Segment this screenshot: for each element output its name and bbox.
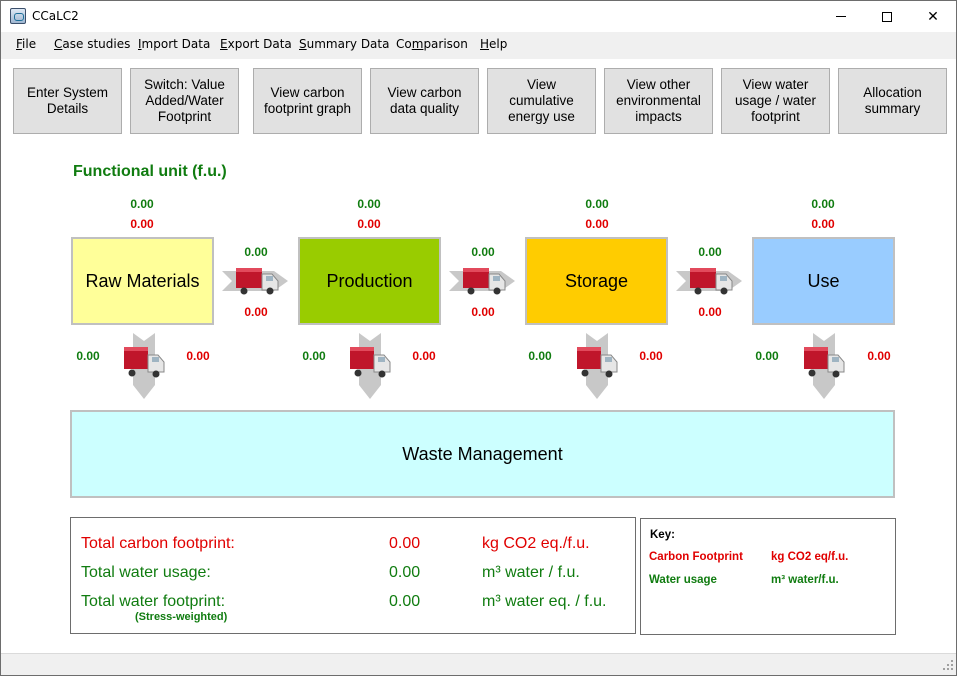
menu-import-data[interactable]: Import Data bbox=[138, 37, 210, 51]
menu-bar: File Case studies Import Data Export Dat… bbox=[1, 32, 956, 59]
maximize-icon bbox=[882, 11, 892, 22]
total-carbon-label: Total carbon footprint: bbox=[81, 535, 235, 552]
truck-arrow-down-icon bbox=[577, 333, 618, 399]
waste-management-stage[interactable]: Waste Management bbox=[70, 410, 895, 498]
app-window: CCaLC2 ✕ File Case studies Import Data E… bbox=[0, 0, 957, 676]
functional-unit-label: Functional unit (f.u.) bbox=[73, 163, 227, 180]
stage-water-value: 0.00 bbox=[585, 197, 609, 211]
key-carbon-label: Carbon Footprint bbox=[649, 551, 743, 563]
stage-carbon-value: 0.00 bbox=[585, 217, 609, 231]
key-panel: Key: Carbon Footprint kg CO2 eq/f.u. Wat… bbox=[640, 518, 896, 635]
stage-storage[interactable]: Storage bbox=[525, 237, 668, 325]
stage-water-value: 0.00 bbox=[130, 197, 154, 211]
waste-management-label: Waste Management bbox=[402, 443, 563, 464]
stage-water-value: 0.00 bbox=[811, 197, 835, 211]
maximize-button[interactable] bbox=[864, 1, 910, 32]
truck-arrow-icon bbox=[222, 268, 288, 295]
stress-weighted-note: (Stress-weighted) bbox=[135, 611, 228, 623]
status-bar bbox=[1, 653, 956, 675]
window-title: CCaLC2 bbox=[32, 9, 79, 23]
close-button[interactable]: ✕ bbox=[910, 1, 956, 32]
truck-arrow-down-icon bbox=[350, 333, 391, 399]
waste-transport-carbon-value: 0.00 bbox=[186, 349, 210, 363]
switch-value-added-water-footprint-button[interactable]: Switch: Value Added/Water Footprint bbox=[130, 68, 239, 134]
stage-use[interactable]: Use bbox=[752, 237, 895, 325]
stage-carbon-value: 0.00 bbox=[811, 217, 835, 231]
truck-arrow-down-icon bbox=[804, 333, 845, 399]
transport-water-value: 0.00 bbox=[244, 245, 268, 259]
menu-export-data[interactable]: Export Data bbox=[220, 37, 292, 51]
minimize-button[interactable] bbox=[818, 1, 864, 32]
view-water-usage-footprint-button[interactable]: View water usage / water footprint bbox=[721, 68, 830, 134]
stage-water-value: 0.00 bbox=[357, 197, 381, 211]
key-carbon-unit: kg CO2 eq/f.u. bbox=[771, 551, 849, 563]
stage-label: Storage bbox=[564, 270, 629, 291]
main-panel: Enter System Details Switch: Value Added… bbox=[1, 59, 956, 653]
key-title: Key: bbox=[650, 529, 675, 541]
transport-carbon-value: 0.00 bbox=[244, 305, 268, 319]
stage-label: Production bbox=[326, 270, 413, 291]
transport-truck-icon[interactable] bbox=[449, 265, 517, 297]
total-water-usage-unit: m³ water / f.u. bbox=[482, 564, 580, 581]
menu-file[interactable]: File bbox=[16, 37, 36, 51]
transport-truck-icon[interactable] bbox=[222, 265, 290, 297]
view-cumulative-energy-use-button[interactable]: View cumulative energy use bbox=[487, 68, 596, 134]
stage-label: Raw Materials bbox=[85, 270, 200, 291]
waste-transport-truck-icon[interactable] bbox=[346, 333, 394, 401]
view-carbon-footprint-graph-button[interactable]: View carbon footprint graph bbox=[253, 68, 362, 134]
app-icon bbox=[10, 8, 26, 24]
view-other-environmental-impacts-button[interactable]: View other environmental impacts bbox=[604, 68, 713, 134]
close-icon: ✕ bbox=[927, 8, 939, 25]
waste-transport-water-value: 0.00 bbox=[528, 349, 552, 363]
stage-label: Use bbox=[807, 270, 840, 291]
stage-carbon-value: 0.00 bbox=[130, 217, 154, 231]
title-bar: CCaLC2 ✕ bbox=[1, 1, 956, 32]
allocation-summary-button[interactable]: Allocation summary bbox=[838, 68, 947, 134]
view-carbon-data-quality-button[interactable]: View carbon data quality bbox=[370, 68, 479, 134]
menu-comparison[interactable]: Comparison bbox=[396, 37, 468, 51]
truck-arrow-down-icon bbox=[124, 333, 165, 399]
menu-help[interactable]: Help bbox=[480, 37, 507, 51]
stage-production[interactable]: Production bbox=[298, 237, 441, 325]
transport-water-value: 0.00 bbox=[471, 245, 495, 259]
transport-truck-icon[interactable] bbox=[676, 265, 744, 297]
waste-transport-carbon-value: 0.00 bbox=[639, 349, 663, 363]
total-water-usage-label: Total water usage: bbox=[81, 564, 211, 581]
waste-transport-water-value: 0.00 bbox=[755, 349, 779, 363]
menu-case-studies[interactable]: Case studies bbox=[54, 37, 130, 51]
total-carbon-value: 0.00 bbox=[389, 535, 421, 552]
waste-transport-water-value: 0.00 bbox=[302, 349, 326, 363]
enter-system-details-button[interactable]: Enter System Details bbox=[13, 68, 122, 134]
transport-water-value: 0.00 bbox=[698, 245, 722, 259]
waste-transport-truck-icon[interactable] bbox=[120, 333, 168, 401]
menu-summary-data[interactable]: Summary Data bbox=[299, 37, 389, 51]
key-water-label: Water usage bbox=[649, 574, 717, 586]
stage-carbon-value: 0.00 bbox=[357, 217, 381, 231]
waste-transport-truck-icon[interactable] bbox=[800, 333, 848, 401]
total-water-footprint-label: Total water footprint: bbox=[81, 593, 226, 610]
waste-transport-water-value: 0.00 bbox=[76, 349, 100, 363]
total-carbon-unit: kg CO2 eq./f.u. bbox=[482, 535, 590, 552]
waste-transport-carbon-value: 0.00 bbox=[412, 349, 436, 363]
minimize-icon bbox=[836, 16, 846, 17]
resize-grip-icon[interactable] bbox=[941, 660, 953, 672]
total-water-footprint-value: 0.00 bbox=[389, 593, 421, 610]
waste-transport-carbon-value: 0.00 bbox=[867, 349, 891, 363]
total-water-usage-value: 0.00 bbox=[389, 564, 421, 581]
truck-arrow-icon bbox=[676, 268, 742, 295]
transport-carbon-value: 0.00 bbox=[698, 305, 722, 319]
truck-arrow-icon bbox=[449, 268, 515, 295]
stage-raw-materials[interactable]: Raw Materials bbox=[71, 237, 214, 325]
totals-panel: Total carbon footprint: 0.00 kg CO2 eq./… bbox=[70, 517, 636, 634]
key-water-unit: m³ water/f.u. bbox=[771, 574, 839, 586]
transport-carbon-value: 0.00 bbox=[471, 305, 495, 319]
total-water-footprint-unit: m³ water eq. / f.u. bbox=[482, 593, 607, 610]
waste-transport-truck-icon[interactable] bbox=[573, 333, 621, 401]
